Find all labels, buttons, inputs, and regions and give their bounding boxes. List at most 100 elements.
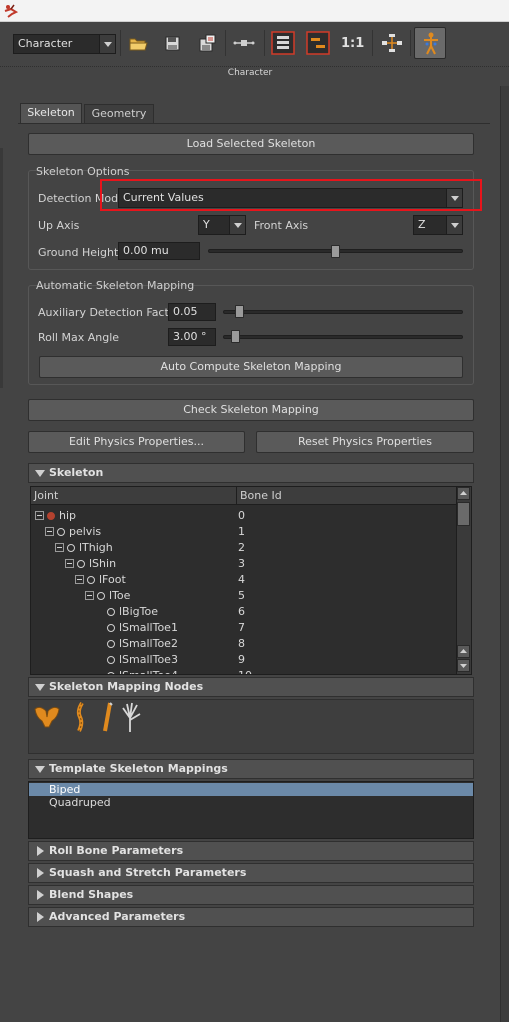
auto-compute-mapping-button[interactable]: Auto Compute Skeleton Mapping <box>39 356 463 378</box>
tab-geometry[interactable]: Geometry <box>84 104 154 124</box>
tree-row[interactable]: lSmallToe3 9 <box>31 652 457 668</box>
aux-factor-slider-handle[interactable] <box>235 305 244 318</box>
template-item-quadruped[interactable]: Quadruped <box>29 796 473 809</box>
ground-height-slider-handle[interactable] <box>331 245 340 258</box>
skeleton-section-header[interactable]: Skeleton <box>28 463 474 483</box>
ground-height-field[interactable]: 0.00 mu <box>118 242 200 260</box>
expand-arrow-icon <box>35 766 45 773</box>
roll-bone-parameters-header[interactable]: Roll Bone Parameters <box>28 841 474 861</box>
roll-max-slider-handle[interactable] <box>231 330 240 343</box>
panel-right-edge <box>500 86 509 1022</box>
column-bone-id[interactable]: Bone Id <box>240 487 282 504</box>
squash-stretch-parameters-header[interactable]: Squash and Stretch Parameters <box>28 863 474 883</box>
load-selected-skeleton-button[interactable]: Load Selected Skeleton <box>28 133 474 155</box>
pelvis-node-icon[interactable] <box>32 703 62 731</box>
roll-max-slider-track[interactable] <box>223 335 463 339</box>
aux-factor-field[interactable]: 0.05 <box>168 303 216 321</box>
bone-id: 3 <box>238 557 245 570</box>
up-axis-select[interactable]: Y <box>198 215 246 235</box>
template-mappings-header[interactable]: Template Skeleton Mappings <box>28 759 474 779</box>
collapse-toggle-icon[interactable] <box>45 527 54 536</box>
column-joint[interactable]: Joint <box>34 487 58 504</box>
chevron-down-icon <box>460 664 467 668</box>
scroll-down-button[interactable] <box>457 659 470 672</box>
advanced-parameters-header[interactable]: Advanced Parameters <box>28 907 474 927</box>
tree-row[interactable]: pelvis 1 <box>31 524 457 540</box>
joint-name: lFoot <box>99 573 126 586</box>
mapping-nodes-area <box>28 699 474 754</box>
chevron-down-icon[interactable] <box>229 216 245 234</box>
limb-node-icon[interactable] <box>98 701 116 733</box>
tree-row[interactable]: lBigToe 6 <box>31 604 457 620</box>
joint-icon <box>97 592 105 600</box>
up-axis-value: Y <box>203 218 210 231</box>
toolbar-divider <box>410 30 411 56</box>
front-axis-select[interactable]: Z <box>413 215 463 235</box>
toolbar-divider <box>372 30 373 56</box>
character-select[interactable]: Character <box>13 34 116 54</box>
skeleton-section-title: Skeleton <box>49 466 104 479</box>
tree-row[interactable]: lShin 3 <box>31 556 457 572</box>
reset-physics-button[interactable]: Reset Physics Properties <box>256 431 474 453</box>
tree-row[interactable]: lFoot 4 <box>31 572 457 588</box>
save-icon[interactable] <box>159 30 185 56</box>
tree-row[interactable]: lSmallToe1 7 <box>31 620 457 636</box>
joint-link-icon[interactable] <box>231 30 257 56</box>
column-divider[interactable] <box>236 487 237 504</box>
hand-node-icon[interactable] <box>118 700 144 734</box>
aux-factor-label: Auxiliary Detection Factor <box>38 306 181 319</box>
template-item-biped[interactable]: Biped <box>29 783 473 796</box>
tree-row[interactable]: lSmallToe4 10 <box>31 668 457 674</box>
collapse-arrow-icon <box>37 912 44 922</box>
toolbar-divider <box>120 30 121 56</box>
joint-icon <box>47 512 55 520</box>
joint-icon <box>77 560 85 568</box>
collapse-toggle-icon[interactable] <box>85 591 94 600</box>
section-title: Character <box>227 68 273 78</box>
tree-row[interactable]: lThigh 2 <box>31 540 457 556</box>
bone-id: 0 <box>238 509 245 522</box>
tab-skeleton[interactable]: Skeleton <box>20 103 82 123</box>
toolbar-divider <box>264 30 265 56</box>
tree-row[interactable]: lSmallToe2 8 <box>31 636 457 652</box>
character-button[interactable] <box>414 27 446 59</box>
aux-factor-slider-track[interactable] <box>223 310 463 314</box>
check-skeleton-mapping-button[interactable]: Check Skeleton Mapping <box>28 399 474 421</box>
collapse-arrow-icon <box>37 846 44 856</box>
collapse-toggle-icon[interactable] <box>35 511 44 520</box>
roll-max-field[interactable]: 3.00 ° <box>168 328 216 346</box>
advanced-parameters-title: Advanced Parameters <box>49 910 186 923</box>
mapping-nodes-header[interactable]: Skeleton Mapping Nodes <box>28 677 474 697</box>
open-folder-icon[interactable] <box>125 30 151 56</box>
joint-name: lSmallToe1 <box>119 621 178 634</box>
window-title-bar <box>0 0 509 22</box>
chevron-down-icon[interactable] <box>446 216 462 234</box>
scroll-thumb[interactable] <box>457 502 470 526</box>
bone-id: 6 <box>238 605 245 618</box>
skeleton-view-icon[interactable] <box>270 30 296 56</box>
blend-shapes-header[interactable]: Blend Shapes <box>28 885 474 905</box>
joint-icon <box>107 672 115 674</box>
tree-row[interactable]: hip 0 <box>31 508 457 524</box>
spine-node-icon[interactable] <box>72 701 90 733</box>
bone-id: 7 <box>238 621 245 634</box>
edit-physics-button[interactable]: Edit Physics Properties... <box>28 431 245 453</box>
mapping-nodes-title: Skeleton Mapping Nodes <box>49 680 204 693</box>
tree-scrollbar[interactable] <box>456 487 471 674</box>
character-select-value: Character <box>18 37 73 50</box>
collapse-toggle-icon[interactable] <box>55 543 64 552</box>
scroll-up-button[interactable] <box>457 487 470 500</box>
tree-row[interactable]: lToe 5 <box>31 588 457 604</box>
save-as-icon[interactable] <box>194 30 220 56</box>
one-to-one-icon[interactable]: 1:1 <box>341 36 364 51</box>
collapse-toggle-icon[interactable] <box>65 559 74 568</box>
chevron-down-icon[interactable] <box>99 35 115 53</box>
chevron-up-icon <box>460 649 467 653</box>
joint-icon <box>107 624 115 632</box>
scroll-up-small-button[interactable] <box>457 645 470 658</box>
joint-name: hip <box>59 509 77 522</box>
hierarchy-icon[interactable] <box>379 30 405 56</box>
collapse-arrow-icon <box>37 890 44 900</box>
mapping-view-icon[interactable] <box>305 30 331 56</box>
collapse-toggle-icon[interactable] <box>75 575 84 584</box>
